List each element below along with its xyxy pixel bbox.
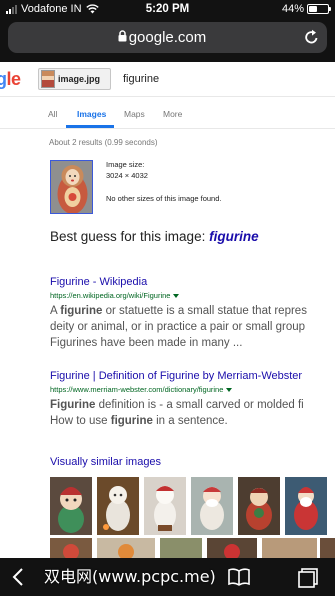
browser-chrome: Vodafone IN 5:20 PM 44% google.com — [0, 0, 335, 62]
similar-image[interactable] — [191, 477, 233, 535]
similar-image[interactable] — [97, 538, 155, 558]
snippet-line: deity or animal, or in practice a pair o… — [50, 321, 306, 333]
result-snippet: Figurine definition is - a small carved … — [50, 397, 335, 429]
result-url: https://en.wikipedia.org/wiki/Figurine — [50, 291, 335, 300]
visually-similar-link[interactable]: Visually similar images — [50, 456, 161, 468]
watermark-text: 双电网(www.pcpc.me) — [44, 567, 216, 586]
search-header: gle image.jpg figurine — [0, 62, 335, 97]
result-url: https://www.merriam-webster.com/dictiona… — [50, 385, 335, 394]
dropdown-arrow-icon[interactable] — [173, 293, 180, 298]
address-bar[interactable]: google.com — [8, 22, 327, 53]
snippet-line: A figurine or statuette is a small statu… — [50, 305, 307, 317]
similar-image[interactable] — [238, 477, 280, 535]
tab-more[interactable]: More — [163, 109, 182, 119]
image-size-value: 3024 × 4032 — [106, 171, 148, 180]
reload-icon[interactable] — [304, 29, 319, 45]
similar-image[interactable] — [285, 477, 327, 535]
url-text: google.com — [128, 29, 207, 46]
battery-percent: 44% — [281, 3, 304, 15]
similar-image[interactable] — [207, 538, 257, 558]
result-title[interactable]: Figurine | Definition of Figurine by Mer… — [50, 370, 335, 382]
search-result: Figurine - Wikipedia https://en.wikipedi… — [50, 276, 335, 351]
snippet-line: How to use figurine in a sentence. — [50, 415, 228, 427]
best-guess: Best guess for this image: figurine — [50, 229, 259, 244]
active-tab-indicator — [66, 125, 114, 128]
battery-icon — [307, 4, 331, 14]
similar-images-row — [50, 477, 335, 537]
dropdown-arrow-icon[interactable] — [226, 387, 233, 392]
similar-image[interactable] — [144, 477, 186, 535]
tab-images[interactable]: Images — [77, 109, 106, 119]
battery-fill — [309, 6, 317, 12]
similar-image[interactable] — [160, 538, 202, 558]
similar-images-row — [50, 538, 335, 558]
chip-thumbnail — [41, 70, 55, 88]
snippet-line: Figurines have been made in many ... — [50, 337, 243, 349]
search-query[interactable]: figurine — [123, 73, 159, 85]
tab-maps[interactable]: Maps — [124, 109, 145, 119]
status-right: 44% — [281, 3, 331, 15]
best-guess-link[interactable]: figurine — [209, 229, 259, 244]
book-icon[interactable] — [228, 568, 250, 586]
no-other-sizes: No other sizes of this image found. — [106, 194, 222, 203]
chip-filename: image.jpg — [58, 74, 101, 84]
search-result: Figurine | Definition of Figurine by Mer… — [50, 370, 335, 429]
query-image-thumbnail[interactable] — [50, 160, 93, 214]
tab-all[interactable]: All — [48, 109, 57, 119]
similar-image[interactable] — [50, 477, 92, 535]
search-tabs: All Images Maps More — [0, 97, 335, 129]
image-size-label: Image size: — [106, 160, 145, 169]
similar-image[interactable] — [262, 538, 317, 558]
tabs-icon[interactable] — [298, 568, 318, 588]
result-snippet: A figurine or statuette is a small statu… — [50, 303, 335, 351]
status-bar: Vodafone IN 5:20 PM 44% — [0, 0, 335, 18]
similar-image[interactable] — [320, 538, 335, 558]
similar-image[interactable] — [97, 477, 139, 535]
back-icon[interactable] — [12, 568, 24, 586]
snippet-line: Figurine definition is - a small carved … — [50, 399, 304, 411]
google-logo[interactable]: gle — [0, 69, 21, 90]
best-guess-prefix: Best guess for this image: — [50, 229, 206, 244]
similar-image[interactable] — [50, 538, 92, 558]
search-image-chip[interactable]: image.jpg — [38, 68, 111, 90]
result-url-text[interactable]: https://www.merriam-webster.com/dictiona… — [50, 385, 223, 394]
results-count: About 2 results (0.99 seconds) — [49, 138, 158, 147]
result-title[interactable]: Figurine - Wikipedia — [50, 276, 335, 288]
result-url-text[interactable]: https://en.wikipedia.org/wiki/Figurine — [50, 291, 170, 300]
